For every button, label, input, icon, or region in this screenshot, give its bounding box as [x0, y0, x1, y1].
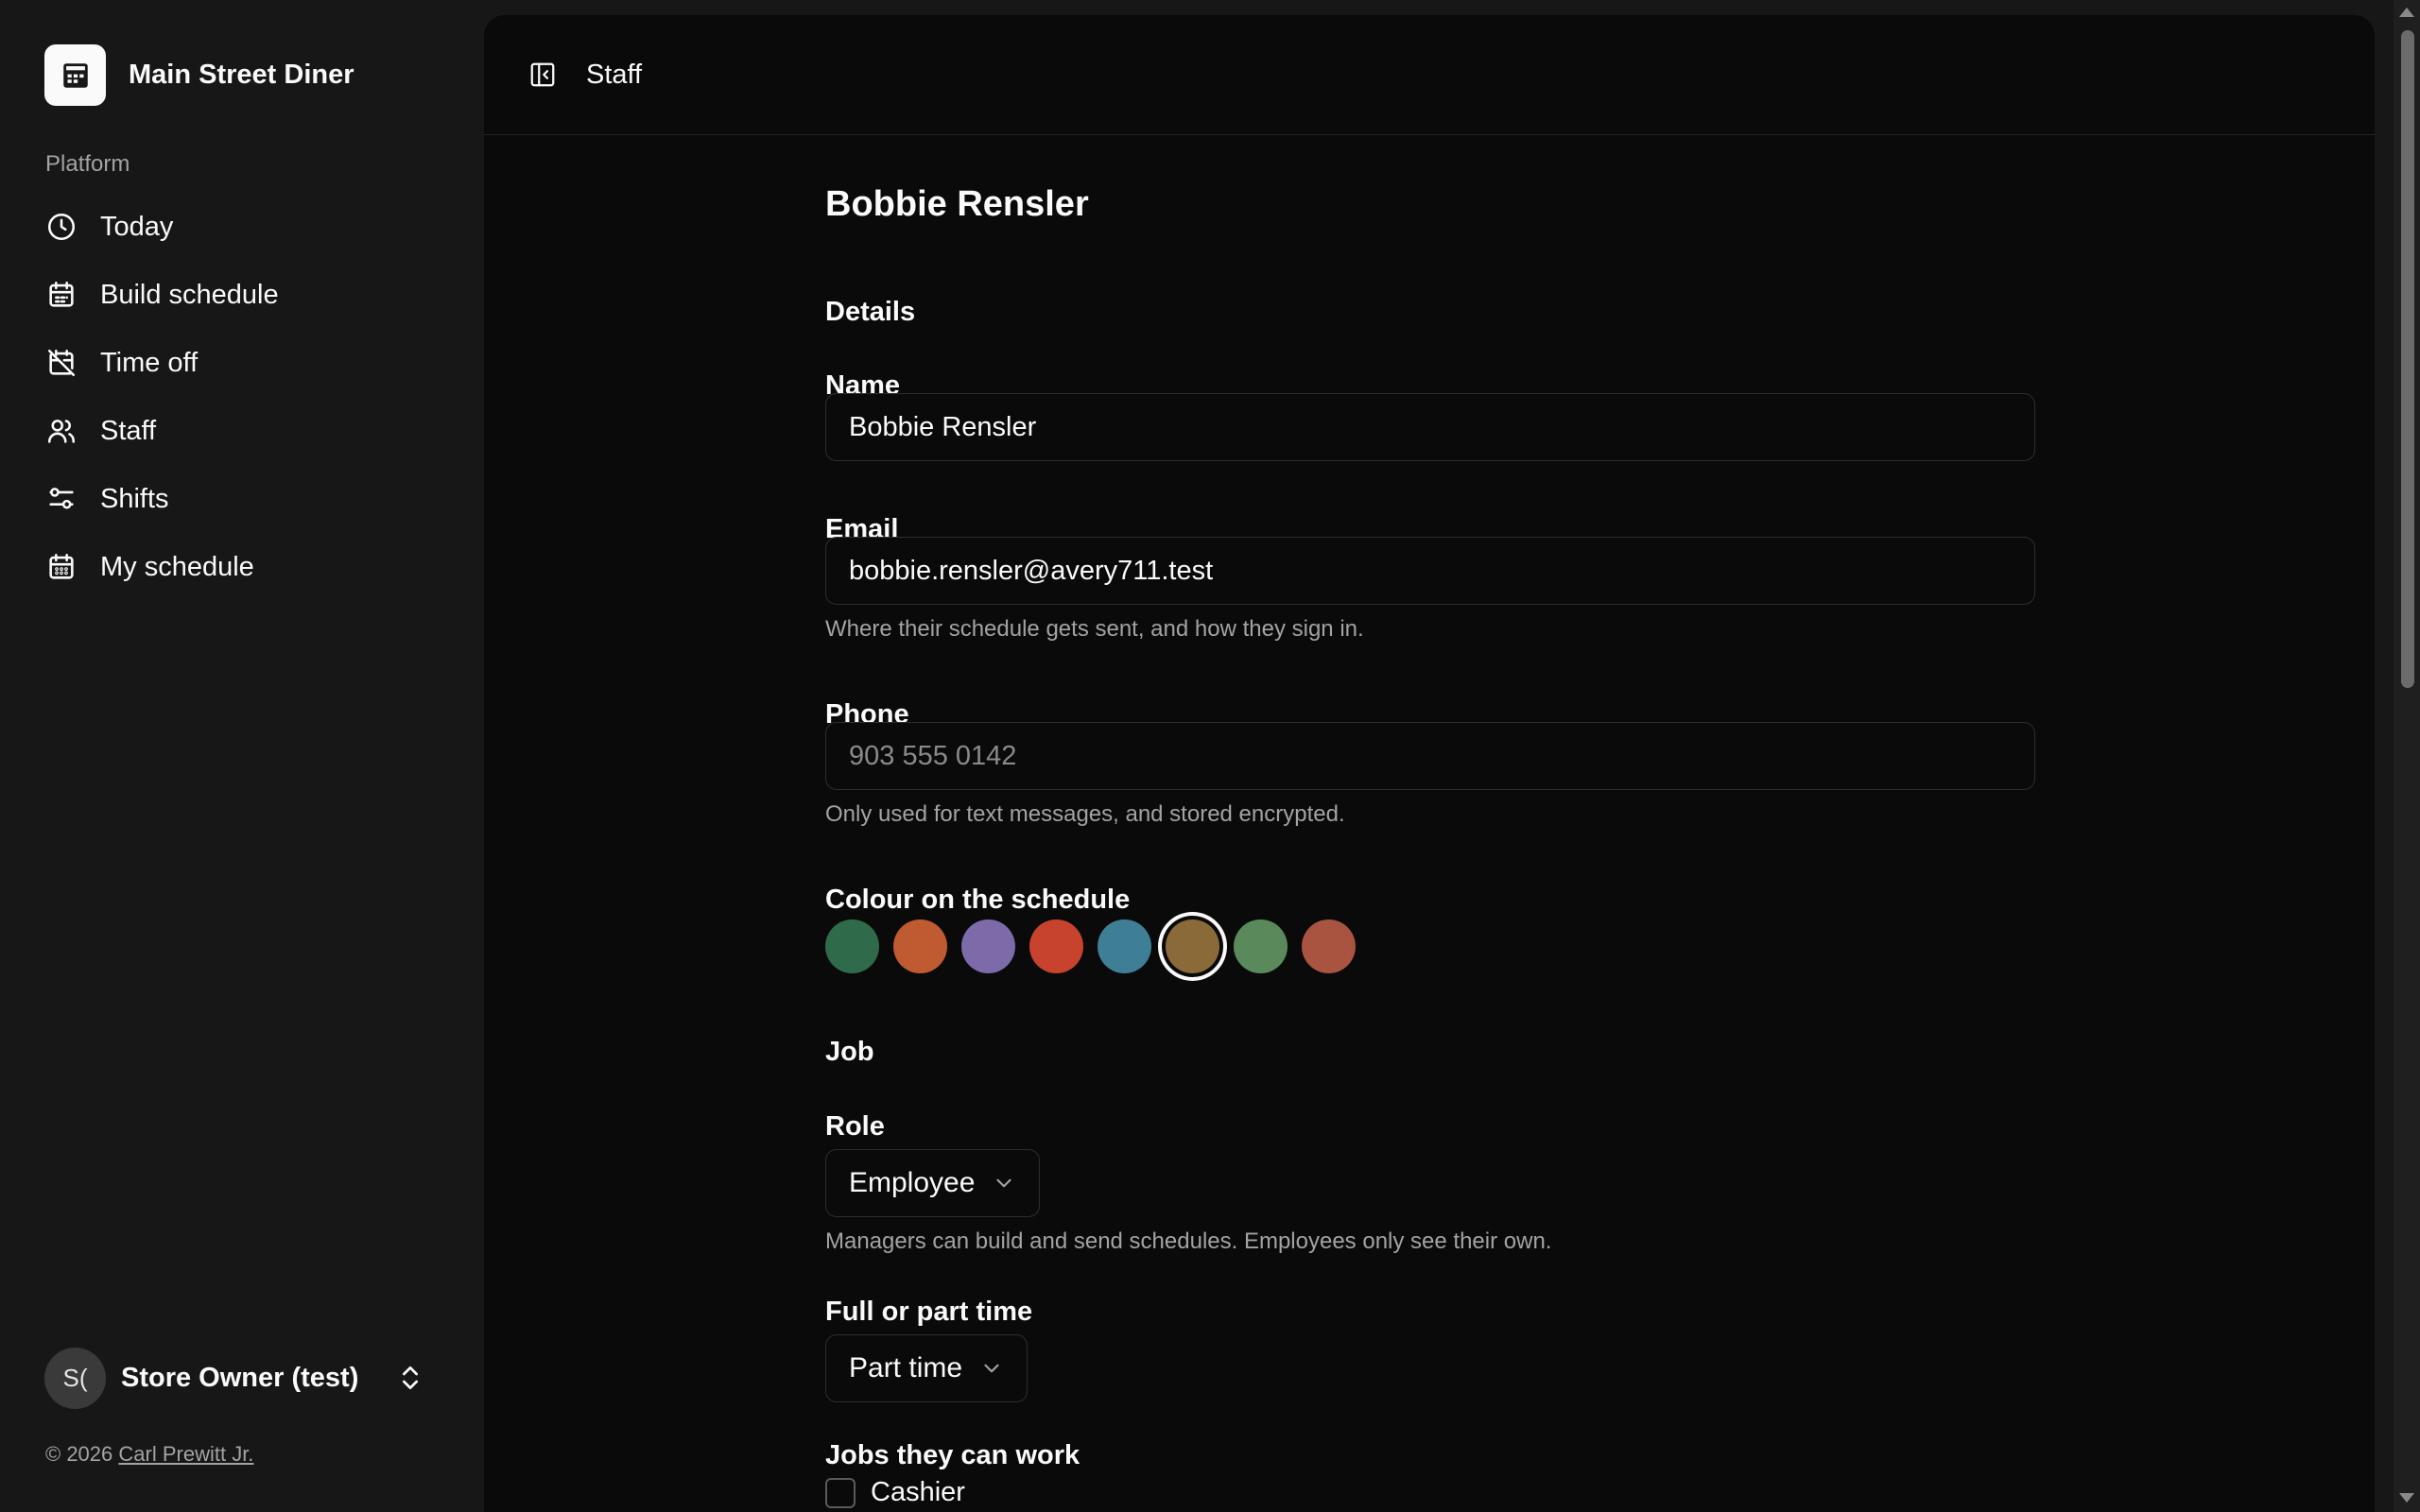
nav-section-label: Platform: [45, 151, 130, 177]
employment-type-value: Part time: [849, 1352, 963, 1383]
users-icon: [47, 420, 76, 443]
page-title: Bobbie Rensler: [825, 184, 1089, 224]
sidebar-item-staff[interactable]: Staff: [34, 397, 450, 465]
cashier-checkbox[interactable]: [825, 1477, 856, 1508]
colour-swatch[interactable]: [1029, 919, 1083, 973]
user-name: Store Owner (test): [121, 1362, 359, 1393]
chevron-down-icon: [996, 1178, 1011, 1188]
phone-field[interactable]: [825, 722, 2035, 790]
sidebar-item-time-off[interactable]: Time off: [34, 329, 450, 397]
role-select-value: Employee: [849, 1167, 976, 1198]
clock-icon: [47, 213, 76, 241]
user-menu-button[interactable]: S( Store Owner (test): [34, 1344, 450, 1412]
calendar-off-icon: [47, 349, 76, 377]
sidebar-item-my-schedule[interactable]: My schedule: [34, 533, 450, 601]
job-heading: Job: [825, 1037, 874, 1067]
sidebar-item-label: Staff: [100, 415, 157, 446]
page-breadcrumb: Staff: [586, 59, 643, 90]
sidebar-item-today[interactable]: Today: [34, 193, 450, 261]
job-option-label: Cashier: [871, 1477, 965, 1507]
colour-label: Colour on the schedule: [825, 885, 1131, 915]
email-field[interactable]: [825, 537, 2035, 605]
store-logo-icon: [44, 44, 106, 106]
chevron-down-icon: [984, 1364, 999, 1373]
email-help-text: Where their schedule gets sent, and how …: [825, 616, 1364, 642]
details-heading: Details: [825, 297, 916, 327]
colour-picker: [825, 919, 1370, 973]
header: Staff: [484, 15, 2375, 135]
colour-swatch[interactable]: [1098, 919, 1151, 973]
sidebar-item-shifts[interactable]: Shifts: [34, 465, 450, 533]
author-link[interactable]: Carl Prewitt Jr.: [118, 1442, 253, 1466]
employment-type-select[interactable]: Part time: [825, 1334, 1028, 1402]
sidebar: Main Street Diner Platform Today Build s…: [0, 0, 484, 1512]
jobs-label: Jobs they can work: [825, 1440, 1080, 1470]
colour-swatch[interactable]: [893, 919, 947, 973]
colour-swatch[interactable]: [1302, 919, 1356, 973]
role-select[interactable]: Employee: [825, 1149, 1041, 1217]
calendar-grid-icon: [49, 281, 74, 307]
sidebar-item-label: Build schedule: [100, 279, 279, 310]
role-help-text: Managers can build and send schedules. E…: [825, 1228, 1552, 1254]
employment-type-label: Full or part time: [825, 1297, 1033, 1327]
colour-swatch[interactable]: [1166, 919, 1219, 973]
sliders-icon: [49, 488, 74, 509]
colour-swatch[interactable]: [961, 919, 1015, 973]
sidebar-item-label: Shifts: [100, 483, 169, 514]
page-scrollbar[interactable]: [2394, 0, 2420, 1512]
phone-help-text: Only used for text messages, and stored …: [825, 801, 1345, 827]
colour-swatch[interactable]: [825, 919, 879, 973]
brand-name: Main Street Diner: [129, 60, 354, 90]
colour-swatch[interactable]: [1234, 919, 1288, 973]
panel-left-icon: [530, 62, 555, 87]
sidebar-item-label: My schedule: [100, 551, 254, 582]
sidebar-item-label: Today: [100, 211, 174, 242]
sidebar-item-label: Time off: [100, 347, 199, 378]
scrollbar-thumb[interactable]: [2401, 30, 2414, 688]
name-field[interactable]: [825, 393, 2035, 461]
scroll-down-arrow-icon[interactable]: [2399, 1493, 2414, 1503]
scroll-up-arrow-icon[interactable]: [2399, 8, 2414, 17]
avatar: S(: [44, 1347, 106, 1409]
sidebar-item-build-schedule[interactable]: Build schedule: [34, 261, 450, 329]
brand[interactable]: Main Street Diner: [44, 44, 354, 106]
copyright: © 2026 Carl Prewitt Jr.: [45, 1442, 253, 1467]
job-option-cashier[interactable]: Cashier: [825, 1477, 965, 1508]
role-label: Role: [825, 1111, 885, 1142]
sidebar-toggle-button[interactable]: [516, 48, 569, 101]
copyright-text: © 2026: [45, 1442, 113, 1466]
chevrons-up-down-icon: [403, 1366, 418, 1389]
sidebar-nav: Today Build schedule Time off Staff Shif…: [34, 193, 450, 601]
main-panel: Staff Bobbie Rensler Details Name Email …: [484, 15, 2375, 1512]
calendar-dots-icon: [49, 553, 74, 579]
